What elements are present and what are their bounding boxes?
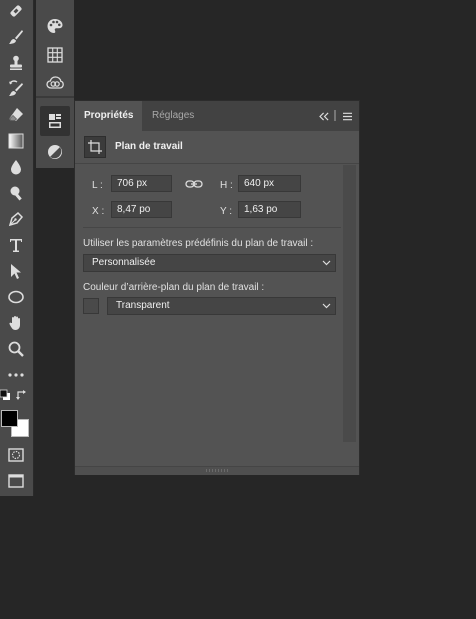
panel-scrollbar[interactable] bbox=[343, 165, 356, 442]
clone-stamp-icon[interactable] bbox=[5, 53, 27, 73]
panel-resize-bar[interactable] bbox=[75, 466, 359, 475]
panel-tab-bar: Propriétés Réglages bbox=[75, 101, 359, 131]
x-label: X : bbox=[92, 206, 105, 217]
width-field[interactable]: 706 px bbox=[111, 175, 172, 192]
quick-mask-icon[interactable] bbox=[5, 445, 27, 465]
tools-toolbar bbox=[0, 0, 34, 496]
swatches-grid-icon[interactable] bbox=[44, 44, 66, 66]
healing-brush-icon[interactable] bbox=[5, 1, 27, 21]
ellipse-icon[interactable] bbox=[5, 287, 27, 307]
height-field[interactable]: 640 px bbox=[238, 175, 301, 192]
bg-color-value: Transparent bbox=[116, 300, 170, 311]
dodge-icon[interactable] bbox=[5, 183, 27, 203]
height-label: H : bbox=[220, 180, 233, 191]
panel-title: Plan de travail bbox=[115, 141, 183, 152]
preset-dropdown[interactable]: Personnalisée bbox=[83, 254, 336, 272]
panel-menu-icon[interactable] bbox=[341, 110, 353, 122]
history-brush-icon[interactable] bbox=[5, 79, 27, 99]
section-divider bbox=[83, 227, 341, 228]
brush-icon[interactable] bbox=[5, 27, 27, 47]
collapse-panel-icon[interactable] bbox=[318, 110, 330, 122]
artboard-icon bbox=[84, 136, 106, 158]
link-dimensions-icon[interactable] bbox=[185, 178, 203, 190]
creative-cloud-libraries-icon[interactable] bbox=[44, 72, 66, 94]
blur-drop-icon[interactable] bbox=[5, 157, 27, 177]
bg-color-label: Couleur d’arrière-plan du plan de travai… bbox=[83, 282, 265, 293]
path-selection-icon[interactable] bbox=[5, 261, 27, 281]
gradient-icon[interactable] bbox=[5, 131, 27, 151]
width-label: L : bbox=[92, 180, 103, 191]
properties-icon[interactable] bbox=[40, 106, 70, 136]
tab-properties[interactable]: Propriétés bbox=[75, 101, 143, 131]
strip-divider bbox=[36, 96, 74, 98]
zoom-icon[interactable] bbox=[5, 339, 27, 359]
y-field[interactable]: 1,63 po bbox=[238, 201, 301, 218]
default-colors-icon[interactable] bbox=[0, 388, 12, 402]
bg-color-swatch[interactable] bbox=[83, 298, 99, 314]
eraser-icon[interactable] bbox=[5, 105, 27, 125]
panel-icon-strip bbox=[36, 0, 74, 168]
color-palette-icon[interactable] bbox=[44, 15, 66, 37]
screen-mode-icon[interactable] bbox=[5, 471, 27, 491]
hand-icon[interactable] bbox=[5, 313, 27, 333]
chevron-down-icon bbox=[322, 260, 331, 266]
more-tools-icon[interactable] bbox=[5, 365, 27, 385]
pen-icon[interactable] bbox=[5, 209, 27, 229]
x-field[interactable]: 8,47 po bbox=[111, 201, 172, 218]
preset-label: Utiliser les paramètres prédéfinis du pl… bbox=[83, 238, 314, 249]
adjustments-icon[interactable] bbox=[44, 141, 66, 163]
type-icon[interactable] bbox=[5, 235, 27, 255]
properties-panel: Propriétés Réglages Plan de travail L : … bbox=[74, 100, 360, 475]
panel-title-row: Plan de travail bbox=[75, 131, 359, 164]
resize-grip[interactable] bbox=[206, 469, 228, 472]
y-label: Y : bbox=[220, 206, 233, 217]
preset-value: Personnalisée bbox=[92, 257, 156, 268]
control-divider bbox=[334, 110, 336, 121]
bg-color-dropdown[interactable]: Transparent bbox=[107, 297, 336, 315]
chevron-down-icon bbox=[322, 303, 331, 309]
foreground-color-swatch[interactable] bbox=[1, 410, 18, 427]
swap-colors-icon[interactable] bbox=[15, 388, 29, 402]
tab-adjustments[interactable]: Réglages bbox=[143, 101, 203, 131]
